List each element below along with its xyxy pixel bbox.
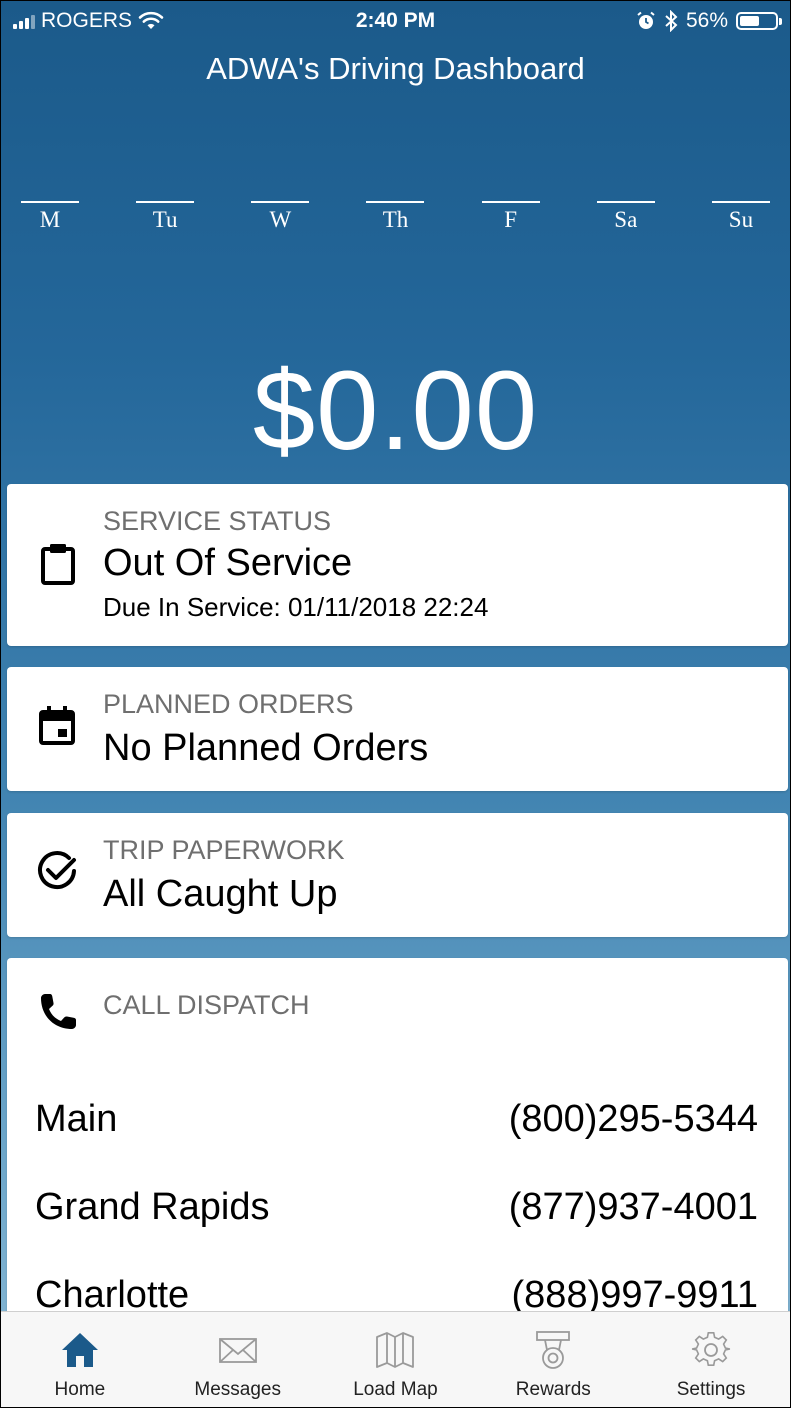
- tab-load-map[interactable]: Load Map: [317, 1312, 475, 1407]
- tab-home[interactable]: Home: [1, 1312, 159, 1407]
- tab-settings[interactable]: Settings: [632, 1312, 790, 1407]
- day-friday[interactable]: F: [481, 201, 540, 233]
- tab-label: Messages: [194, 1379, 281, 1400]
- service-due-text: Due In Service: 01/11/2018 22:24: [103, 592, 489, 622]
- planned-orders-label: PLANNED ORDERS: [103, 689, 354, 719]
- status-right: 56%: [636, 9, 782, 33]
- week-day-strip: M Tu W Th F Sa Su: [21, 201, 770, 233]
- service-status-label: SERVICE STATUS: [103, 506, 332, 536]
- day-tuesday[interactable]: Tu: [136, 201, 195, 233]
- tab-messages[interactable]: Messages: [159, 1312, 317, 1407]
- contact-name: Grand Rapids: [35, 1186, 270, 1228]
- alarm-icon: [637, 11, 655, 29]
- day-monday[interactable]: M: [21, 201, 79, 233]
- calendar-icon: [39, 706, 75, 745]
- trip-paperwork-card[interactable]: TRIP PAPERWORK All Caught Up: [7, 813, 788, 937]
- tab-label: Home: [54, 1379, 106, 1400]
- day-wednesday[interactable]: W: [251, 201, 310, 233]
- badge-icon: [536, 1331, 571, 1369]
- mail-icon: [218, 1338, 257, 1363]
- dispatch-contact-grand-rapids[interactable]: Grand Rapids (877)937-4001: [35, 1186, 758, 1229]
- service-status-value: Out Of Service: [103, 542, 353, 584]
- contact-name: Main: [35, 1098, 118, 1140]
- map-icon: [376, 1332, 415, 1368]
- check-circle-icon: [38, 851, 76, 889]
- day-sunday[interactable]: Su: [711, 201, 770, 233]
- day-thursday[interactable]: Th: [366, 201, 425, 233]
- app-screen: ROGERS 2:40 PM 56% ADWA's Driving Dashbo…: [0, 0, 791, 1408]
- planned-orders-card[interactable]: PLANNED ORDERS No Planned Orders: [7, 667, 788, 791]
- tab-rewards[interactable]: Rewards: [474, 1312, 632, 1407]
- page-title: ADWA's Driving Dashboard: [206, 51, 585, 86]
- tab-label: Rewards: [515, 1379, 591, 1400]
- service-status-card[interactable]: SERVICE STATUS Out Of Service Due In Ser…: [7, 484, 788, 646]
- battery-icon: [736, 12, 782, 30]
- tab-label: Load Map: [353, 1379, 438, 1400]
- dispatch-contact-main[interactable]: Main (800)295-5344: [35, 1098, 758, 1141]
- earnings-total: $0.00: [252, 348, 539, 473]
- tab-label: Settings: [676, 1379, 746, 1400]
- home-icon: [61, 1333, 98, 1367]
- clipboard-icon: [41, 544, 75, 585]
- phone-icon: [41, 994, 76, 1029]
- trip-paperwork-label: TRIP PAPERWORK: [103, 835, 345, 865]
- battery-percent: 56%: [685, 9, 728, 32]
- contact-phone[interactable]: (877)937-4001: [509, 1186, 758, 1229]
- status-bar: ROGERS 2:40 PM 56%: [1, 1, 790, 41]
- call-dispatch-label: CALL DISPATCH: [103, 990, 310, 1020]
- planned-orders-value: No Planned Orders: [103, 727, 429, 769]
- gear-icon: [692, 1331, 731, 1367]
- tab-bar: Home Messages Load Map Rewards Settings: [1, 1311, 790, 1407]
- day-saturday[interactable]: Sa: [596, 201, 655, 233]
- trip-paperwork-value: All Caught Up: [103, 873, 338, 915]
- contact-phone[interactable]: (800)295-5344: [509, 1098, 758, 1141]
- bluetooth-icon: [665, 10, 678, 32]
